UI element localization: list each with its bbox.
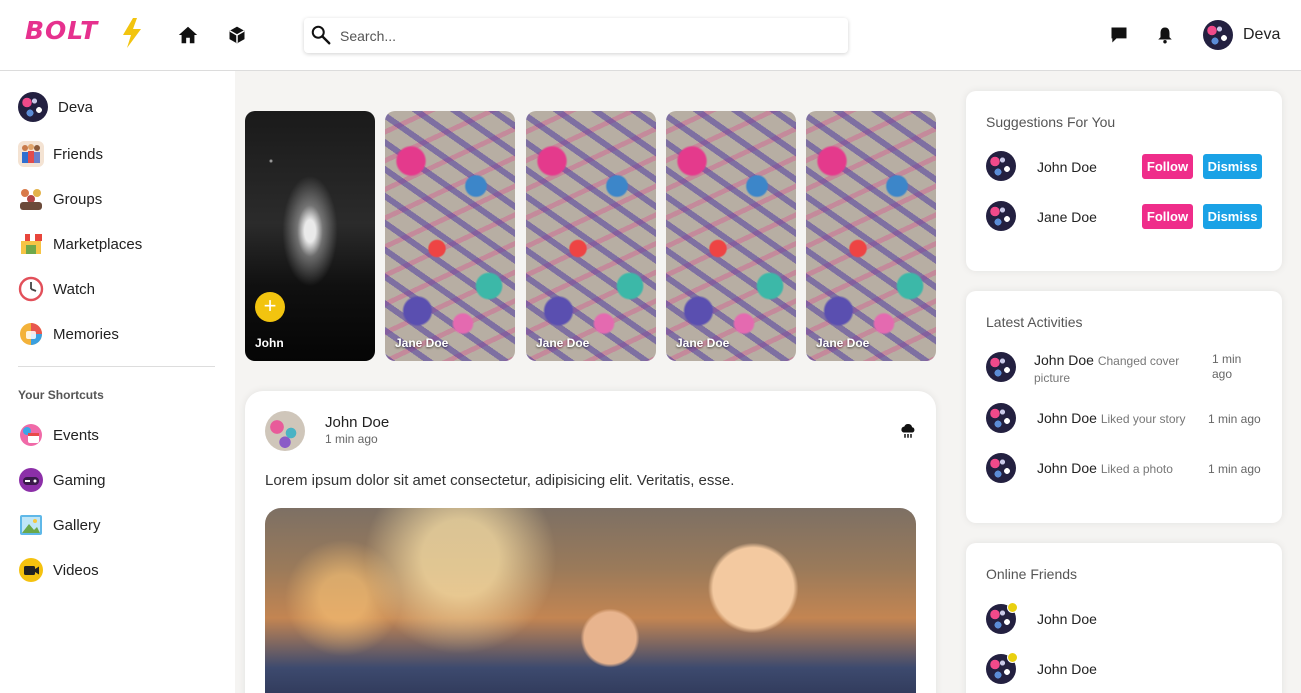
events-icon bbox=[18, 422, 44, 448]
dismiss-button[interactable]: Dismiss bbox=[1203, 204, 1262, 229]
story-name: Jane Doe bbox=[676, 336, 730, 350]
story-name: John bbox=[255, 336, 284, 350]
search-icon bbox=[311, 25, 331, 45]
sidebar-item-label: Gallery bbox=[53, 516, 101, 534]
left-sidebar: Deva Friends Groups Marketplaces Watch M… bbox=[0, 71, 235, 693]
activity-time: 1 min ago bbox=[1212, 352, 1242, 381]
story-name: Jane Doe bbox=[395, 336, 449, 350]
memories-icon bbox=[18, 321, 44, 347]
activity-text: John Doe Liked your story bbox=[1037, 410, 1186, 426]
sidebar-item-events[interactable]: Events bbox=[18, 420, 99, 450]
videos-icon bbox=[18, 557, 44, 583]
follow-button[interactable]: Follow bbox=[1142, 204, 1193, 229]
gaming-icon bbox=[18, 467, 44, 493]
activity-text: John Doe Changed cover picture bbox=[1034, 352, 1200, 386]
cube-icon[interactable] bbox=[225, 23, 249, 47]
avatar[interactable] bbox=[986, 151, 1016, 181]
sidebar-item-watch[interactable]: Watch bbox=[18, 274, 95, 304]
card-title: Suggestions For You bbox=[986, 114, 1116, 130]
avatar[interactable] bbox=[986, 352, 1016, 382]
sidebar-item-label: Videos bbox=[53, 561, 99, 579]
activity-detail: Liked your story bbox=[1100, 412, 1186, 426]
sidebar-item-friends[interactable]: Friends bbox=[18, 139, 103, 169]
sidebar-item-groups[interactable]: Groups bbox=[18, 184, 102, 214]
post-text: Lorem ipsum dolor sit amet consectetur, … bbox=[265, 472, 735, 489]
shortcuts-heading: Your Shortcuts bbox=[18, 388, 104, 402]
card-title: Online Friends bbox=[986, 566, 1078, 582]
follow-button[interactable]: Follow bbox=[1142, 154, 1193, 179]
activity-detail: Liked a photo bbox=[1100, 462, 1173, 476]
sidebar-item-label: Marketplaces bbox=[53, 235, 143, 253]
post-author-avatar[interactable] bbox=[265, 411, 305, 451]
lightning-bolt-icon bbox=[123, 18, 141, 48]
top-navbar: BOLT Deva bbox=[0, 0, 1301, 71]
groups-icon bbox=[18, 186, 44, 212]
card-title: Latest Activities bbox=[986, 314, 1083, 330]
search-input[interactable] bbox=[340, 18, 840, 53]
avatar bbox=[1203, 20, 1233, 50]
activity-user[interactable]: John Doe bbox=[1037, 460, 1097, 476]
story-card[interactable]: Jane Doe bbox=[385, 111, 515, 361]
sidebar-item-label: Watch bbox=[53, 280, 95, 298]
post-author-name[interactable]: John Doe bbox=[325, 414, 389, 431]
story-card[interactable]: + John bbox=[245, 111, 375, 361]
online-friends-card: Online Friends John Doe John Doe bbox=[966, 543, 1282, 693]
sidebar-item-marketplaces[interactable]: Marketplaces bbox=[18, 229, 142, 259]
activity-time: 1 min ago bbox=[1208, 412, 1261, 426]
sidebar-item-gaming[interactable]: Gaming bbox=[18, 465, 106, 495]
user-name: Deva bbox=[1243, 26, 1281, 43]
suggestions-card: Suggestions For You John Doe Follow Dism… bbox=[966, 91, 1282, 271]
story-name: Jane Doe bbox=[536, 336, 590, 350]
brand-logo[interactable]: BOLT bbox=[25, 16, 98, 45]
sidebar-item-label: Memories bbox=[53, 325, 119, 343]
sidebar-item-memories[interactable]: Memories bbox=[18, 319, 119, 349]
online-friend-name[interactable]: John Doe bbox=[1037, 661, 1097, 677]
chat-icon[interactable] bbox=[1108, 24, 1130, 46]
gallery-icon bbox=[18, 512, 44, 538]
activity-time: 1 min ago bbox=[1208, 462, 1261, 476]
sidebar-item-label: Gaming bbox=[53, 471, 106, 489]
more-options-icon[interactable] bbox=[899, 422, 917, 440]
online-status-indicator bbox=[1007, 652, 1018, 663]
sidebar-item-videos[interactable]: Videos bbox=[18, 555, 99, 585]
avatar[interactable] bbox=[986, 201, 1016, 231]
story-name: Jane Doe bbox=[816, 336, 870, 350]
avatar[interactable] bbox=[986, 453, 1016, 483]
sidebar-item-label: Friends bbox=[53, 145, 104, 163]
suggestion-name[interactable]: Jane Doe bbox=[1037, 209, 1097, 225]
activity-user[interactable]: John Doe bbox=[1037, 410, 1097, 426]
activity-text: John Doe Liked a photo bbox=[1037, 460, 1173, 476]
home-icon[interactable] bbox=[176, 23, 200, 47]
avatar[interactable] bbox=[986, 403, 1016, 433]
suggestion-name[interactable]: John Doe bbox=[1037, 159, 1097, 175]
add-story-button[interactable]: + bbox=[255, 292, 285, 322]
activities-card: Latest Activities John Doe Changed cover… bbox=[966, 291, 1282, 523]
online-status-indicator bbox=[1007, 602, 1018, 613]
bell-icon[interactable] bbox=[1154, 24, 1176, 46]
activity-user[interactable]: John Doe bbox=[1034, 352, 1094, 368]
sidebar-profile[interactable]: Deva bbox=[18, 92, 93, 122]
watch-icon bbox=[18, 276, 44, 302]
marketplace-icon bbox=[18, 231, 44, 257]
sidebar-divider bbox=[18, 366, 215, 367]
user-menu[interactable]: Deva bbox=[1203, 20, 1280, 50]
online-friend-name[interactable]: John Doe bbox=[1037, 611, 1097, 627]
sidebar-item-gallery[interactable]: Gallery bbox=[18, 510, 101, 540]
story-card[interactable]: Jane Doe bbox=[526, 111, 656, 361]
sidebar-item-label: Groups bbox=[53, 190, 103, 208]
sidebar-profile-name: Deva bbox=[58, 98, 94, 116]
post-time: 1 min ago bbox=[325, 432, 378, 446]
story-card[interactable]: Jane Doe bbox=[666, 111, 796, 361]
post-card: John Doe 1 min ago Lorem ipsum dolor sit… bbox=[245, 391, 936, 693]
dismiss-button[interactable]: Dismiss bbox=[1203, 154, 1262, 179]
post-image[interactable] bbox=[265, 508, 916, 693]
sidebar-item-label: Events bbox=[53, 426, 99, 444]
search-bar bbox=[304, 18, 848, 53]
story-card[interactable]: Jane Doe bbox=[806, 111, 936, 361]
avatar bbox=[18, 92, 48, 122]
friends-icon bbox=[18, 141, 44, 167]
